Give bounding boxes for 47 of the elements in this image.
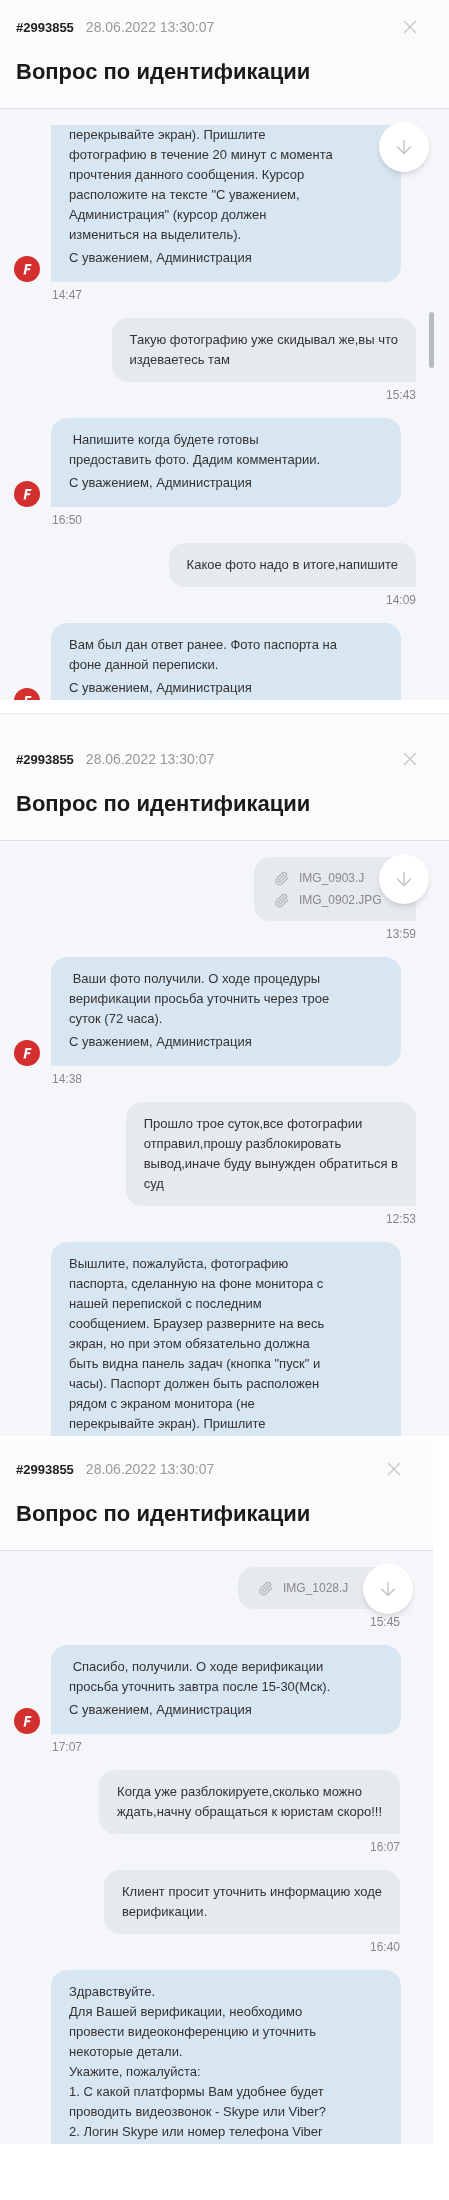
message-signature: С уважением, Администрация (69, 474, 253, 492)
message-time: 14:09 (385, 592, 416, 609)
message-text: Вам был дан ответ ранее. Фото паспорта на фоне данной переписки. (69, 636, 338, 674)
scroll-down-button[interactable] (363, 1564, 413, 1614)
message-signature: С уважением, Администрация (69, 249, 253, 267)
scroll-down-button[interactable] (379, 122, 429, 172)
message-text: перекрывайте экран). Пришлите фотографию в течение 20 минут с момента прочтения данного сообщения. Курсор расположите на тексте "С уважением, Администрация" (курсор должен измениться на выделитель). (69, 126, 334, 244)
message-time: 15:43 (385, 387, 416, 404)
message-text: Какое фото надо в итоге,напишите (186, 556, 398, 574)
message-time: 16:40 (369, 1939, 400, 1956)
message-text: Прошло трое суток,все фотографии отправил,прошу разблокировать вывод,иначе буду вынужден обратиться в суд (143, 1115, 398, 1193)
message-time: 12:53 (385, 1211, 416, 1228)
attachment-link[interactable]: IMG_0903.J (274, 869, 365, 887)
ticket-date: 28.06.2022 13:30:07 (85, 1459, 215, 1479)
message-time: 14:47 (52, 287, 83, 304)
message-signature: С уважением, Администрация (69, 679, 253, 697)
message-text: Вышлите, пожалуйста, фотографию паспорта, сделанную на фоне монитора с нашей перепиской с последним сообщением. Браузер разверните на весь экран, но при этом обязательно должна быть видна панель задач (кнопка "пуск" и часы). Паспорт должен быть расположен рядом с экраном монитора (не перекрывайте экран). Пришлите (69, 1255, 326, 1433)
paperclip-icon (274, 870, 289, 886)
attachment-link[interactable]: IMG_0902.JPG (274, 891, 382, 909)
message-time: 13:59 (385, 926, 416, 943)
message-text: Напишите когда будете готовы предоставить фото. Дадим комментарии. (69, 431, 322, 469)
scrollbar-thumb[interactable] (429, 312, 434, 368)
ticket-id: #2993855 (16, 18, 74, 37)
scroll-down-button[interactable] (379, 854, 429, 904)
message-text: Такую фотографию уже скидывал же,вы что издеваетесь там (129, 331, 398, 369)
ticket-date: 28.06.2022 13:30:07 (85, 749, 215, 769)
message-text: Ваши фото получили. О ходе процедуры верификации просьба уточнить через трое суток (72 часа). (69, 970, 331, 1028)
message-time: 16:07 (369, 1839, 400, 1856)
message-time: 15:45 (369, 1614, 400, 1631)
paperclip-icon (274, 892, 289, 908)
message-text: Клиент просит уточнить информацию ходе верификации. (122, 1883, 382, 1921)
ticket-id: #2993855 (16, 750, 74, 769)
dialog-title: Вопрос по идентификации (16, 58, 312, 86)
message-time: 16:50 (52, 512, 83, 529)
ticket-id: #2993855 (16, 1460, 74, 1479)
message-time: 17:07 (52, 1739, 83, 1756)
ticket-date: 28.06.2022 13:30:07 (85, 17, 215, 37)
dialog-title: Вопрос по идентификации (16, 790, 312, 818)
message-text: Спасибо, получили. О ходе верификации просьба уточнить завтра после 15-30(Мск). (69, 1658, 332, 1696)
message-text: Когда уже разблокируете,сколько можно ждать,начну обращаться к юристам скоро!!! (117, 1783, 382, 1821)
message-signature: С уважением, Администрация (69, 1033, 253, 1051)
message-text: Здравствуйте. Для Вашей верификации, необходимо провести видеоконференцию и уточнить некоторые детали. Укажите, пожалуйста: 1. С какой платформы Вам удобнее будет проводить видеозвонок - Skype или Viber? 2. Логин Skype или номер телефона Viber (69, 1983, 327, 2141)
dialog-title: Вопрос по идентификации (16, 1500, 312, 1528)
message-time: 14:38 (52, 1071, 83, 1088)
paperclip-icon (258, 1580, 273, 1596)
attachment-link[interactable]: IMG_1028.J (258, 1579, 349, 1597)
message-signature: С уважением, Администрация (69, 1701, 253, 1719)
